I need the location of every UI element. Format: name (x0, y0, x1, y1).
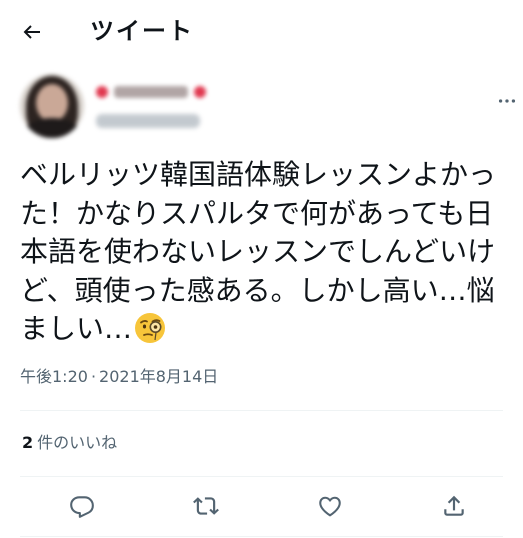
divider (20, 410, 503, 411)
avatar[interactable] (20, 74, 84, 138)
action-bar (0, 486, 523, 526)
display-name-blurred[interactable] (96, 82, 206, 102)
back-button[interactable] (12, 12, 52, 52)
face-with-monocle-icon (135, 313, 166, 343)
divider (20, 476, 503, 477)
retweet-icon (193, 497, 219, 515)
tweet-time[interactable]: 午後1:20 (20, 367, 88, 386)
share-button[interactable] (434, 486, 474, 526)
header: ツイート (0, 0, 523, 62)
like-button[interactable] (310, 486, 350, 526)
retweet-button[interactable] (186, 486, 226, 526)
arrow-left-icon (23, 25, 40, 39)
like-count: 2 (22, 433, 34, 452)
username-blurred[interactable] (96, 114, 200, 128)
page-title: ツイート (90, 17, 194, 45)
more-horizontal-icon (498, 99, 516, 103)
divider (20, 536, 503, 537)
tweet-timestamp: 午後1:20 · 2021年8月14日 (20, 367, 218, 387)
share-icon (444, 495, 464, 516)
separator-dot: · (90, 367, 97, 386)
reply-button[interactable] (62, 486, 102, 526)
heart-icon (319, 496, 341, 517)
tweet-text: ベルリッツ韓国語体験レッスンよかった！かなりスパルタで何があっても日本語を使わな… (20, 156, 518, 349)
reply-icon (70, 496, 94, 518)
more-options-button[interactable] (490, 84, 523, 118)
author-row (0, 70, 523, 150)
likes-link[interactable]: 2 件のいいね (22, 433, 117, 453)
tweet-date[interactable]: 2021年8月14日 (99, 367, 218, 386)
like-label: 件のいいね (37, 433, 118, 452)
tweet-body: ベルリッツ韓国語体験レッスンよかった！かなりスパルタで何があっても日本語を使わな… (20, 158, 497, 345)
